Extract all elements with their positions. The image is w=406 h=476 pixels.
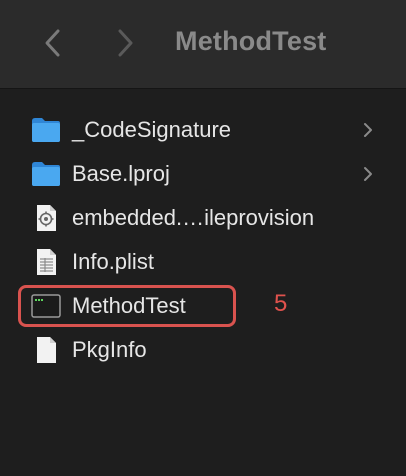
forward-button[interactable] [110, 26, 140, 60]
file-name: embedded.…ileprovision [72, 205, 315, 230]
list-item[interactable]: Base.lproj [0, 152, 406, 196]
chevron-right-icon[interactable] [362, 121, 374, 139]
annotation-number: 5 [274, 290, 288, 317]
file-list: _CodeSignature Base.lproj embedded.…ilep… [0, 108, 406, 372]
toolbar-divider [0, 88, 406, 89]
file-name: Base.lproj [72, 161, 170, 186]
list-item[interactable]: Info.plist [0, 240, 406, 284]
folder-icon [30, 159, 62, 189]
list-item[interactable]: _CodeSignature [0, 108, 406, 152]
finder-window: MethodTest _CodeSignature Base.lproj emb… [0, 0, 406, 476]
file-name: _CodeSignature [72, 117, 232, 142]
list-item[interactable]: PkgInfo [0, 328, 406, 372]
file-name: PkgInfo [72, 337, 147, 362]
toolbar: MethodTest [0, 0, 406, 88]
blank-document-icon [30, 335, 62, 365]
chevron-left-icon [45, 29, 60, 57]
provisioning-profile-icon [30, 203, 62, 233]
file-name: Info.plist [72, 249, 154, 274]
chevron-right-icon[interactable] [362, 165, 374, 183]
back-button[interactable] [38, 26, 68, 60]
plist-document-icon [30, 247, 62, 277]
chevron-right-icon [118, 29, 133, 57]
annotation-highlight-box [18, 285, 236, 327]
window-title: MethodTest [175, 26, 327, 56]
list-item[interactable]: embedded.…ileprovision [0, 196, 406, 240]
folder-icon [30, 115, 62, 145]
